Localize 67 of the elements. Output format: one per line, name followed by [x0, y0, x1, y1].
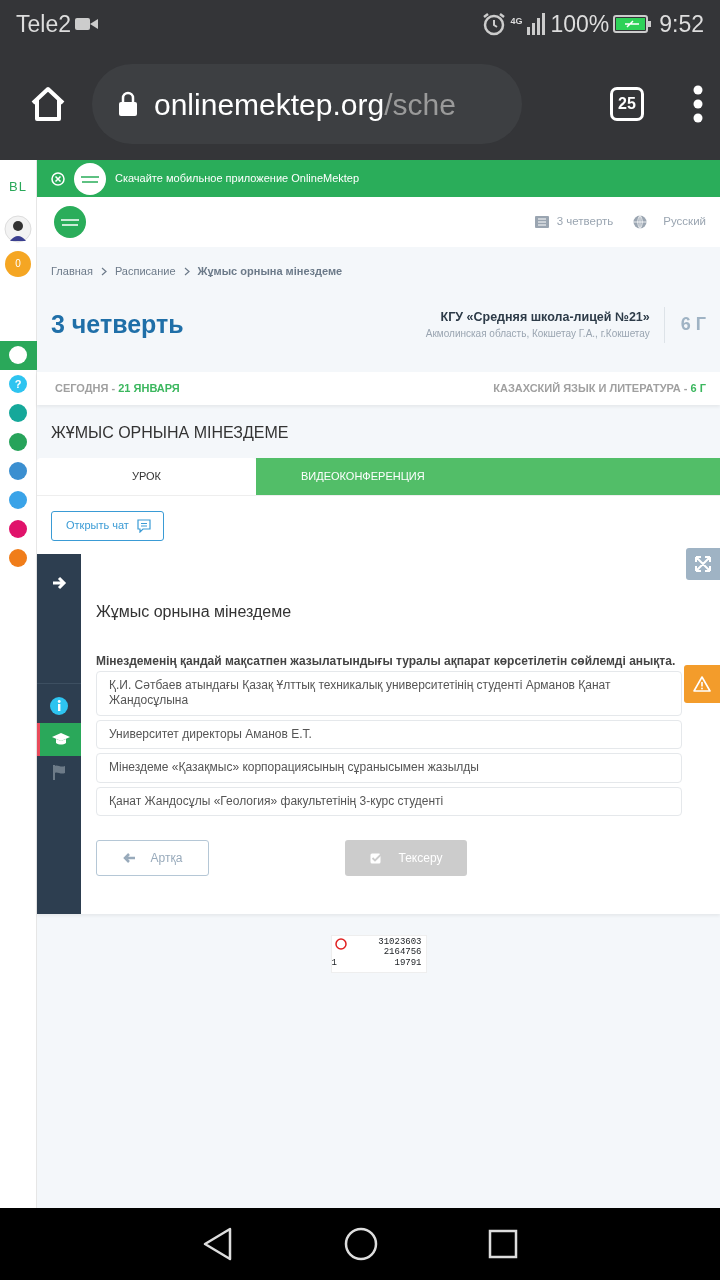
alarm-icon — [482, 12, 507, 36]
subject-text: КАЗАХСКИЙ ЯЗЫК И ЛИТЕРАТУРА - 6 Г — [493, 380, 706, 396]
globe-icon — [633, 215, 648, 229]
class-label: 6 Г — [663, 306, 706, 343]
page-title: 3 четверть — [51, 308, 184, 340]
tab-count-button[interactable]: 25 — [610, 87, 644, 121]
points-badge: 0 — [5, 250, 31, 277]
logo-icon[interactable] — [53, 205, 87, 239]
app-icon[interactable] — [9, 549, 27, 567]
school-name: КГУ «Средняя школа-лицей №21» — [439, 308, 650, 326]
clock-text: 9:52 — [659, 9, 704, 39]
lesson-title: ЖҰМЫС ОРНЫНА МІНЕЗДЕМЕ — [50, 422, 290, 443]
sidebar-tool[interactable] — [37, 722, 81, 756]
school-address: Акмолинская область, Кокшетау Г.А., г.Кокшетау — [425, 327, 650, 342]
breadcrumb-link[interactable]: Главная — [51, 263, 93, 280]
quarter-link[interactable]: 3 четверть — [556, 213, 614, 231]
app-icon[interactable] — [9, 462, 27, 480]
language-link[interactable]: Русский — [663, 213, 706, 231]
question-title: Жұмыс орнына мінездеме — [96, 601, 293, 622]
chat-icon — [136, 518, 151, 533]
home-circle-icon[interactable] — [344, 1227, 378, 1261]
report-button[interactable] — [684, 665, 720, 703]
warning-icon — [693, 676, 711, 692]
battery-icon — [613, 15, 652, 33]
expand-icon — [694, 555, 712, 573]
answer-option[interactable]: Университет директоры Аманов Е.Т. — [96, 719, 682, 750]
app-icon[interactable] — [9, 404, 27, 422]
expand-button[interactable] — [686, 548, 720, 580]
answer-option[interactable]: Қ.И. Сәтбаев атындағы Қазақ Ұлттық техникалық университетінің студенті Арманов Қанат Жандосұлына — [96, 670, 682, 716]
ring-icon — [333, 936, 348, 951]
signal-icon — [526, 13, 547, 35]
avatar-icon[interactable] — [4, 214, 32, 243]
tab[interactable]: УРОК — [37, 457, 256, 495]
close-icon[interactable] — [51, 171, 65, 186]
breadcrumb-link[interactable]: Расписание — [114, 263, 176, 280]
chevron-icon — [100, 266, 107, 276]
chevron-icon — [183, 266, 190, 276]
question-text: Мінездеменің қандай мақсатпен жазылатындығы туралы ақпарат көрсетілетін сөйлемді анықта. — [96, 653, 677, 669]
today-date-text: СЕГОДНЯ - 21 ЯНВАРЯ — [55, 380, 180, 396]
battery-text: 100% — [550, 9, 610, 39]
info-icon — [49, 696, 69, 716]
back-icon[interactable] — [202, 1227, 234, 1261]
lock-icon — [118, 91, 138, 117]
open-chat-button[interactable]: Открыть чат — [51, 510, 164, 541]
network-text: 4G — [510, 14, 523, 28]
app-icon[interactable] — [9, 346, 27, 364]
brand-text: BL — [9, 178, 27, 196]
list-icon — [534, 216, 549, 228]
url-text: onlinemektep.org/sche — [154, 86, 456, 123]
answer-option[interactable]: Қанат Жандосұлы «Геология» факультетінің 3-курс студенті — [96, 786, 682, 817]
arrow-left-icon — [122, 853, 135, 864]
tab[interactable]: ВИДЕОКОНФЕРЕНЦИЯ — [256, 457, 720, 495]
recents-icon[interactable] — [488, 1229, 518, 1259]
carrier-text: Tele2 — [16, 9, 71, 39]
banner-text: Скачайте мобильное приложение OnlineMektep — [115, 171, 360, 187]
app-icon[interactable] — [9, 433, 27, 451]
app-tile[interactable] — [0, 340, 37, 370]
answer-option[interactable]: Мінездеме «Қазақмыс» корпорациясының сұранысымен жазылды — [96, 753, 682, 783]
visit-counter: 31023603 2164756 1 19791 — [330, 934, 427, 973]
back-button[interactable]: Артқа — [96, 840, 209, 877]
video-camera-icon — [75, 16, 99, 32]
checkbox-icon — [369, 852, 383, 865]
address-bar[interactable]: onlinemektep.org/sche — [92, 64, 522, 144]
app-icon[interactable] — [9, 520, 27, 538]
app-icon[interactable] — [9, 491, 27, 509]
breadcrumb-link[interactable]: Жұмыс орнына мінездеме — [197, 263, 343, 280]
more-options-icon[interactable] — [692, 84, 704, 124]
